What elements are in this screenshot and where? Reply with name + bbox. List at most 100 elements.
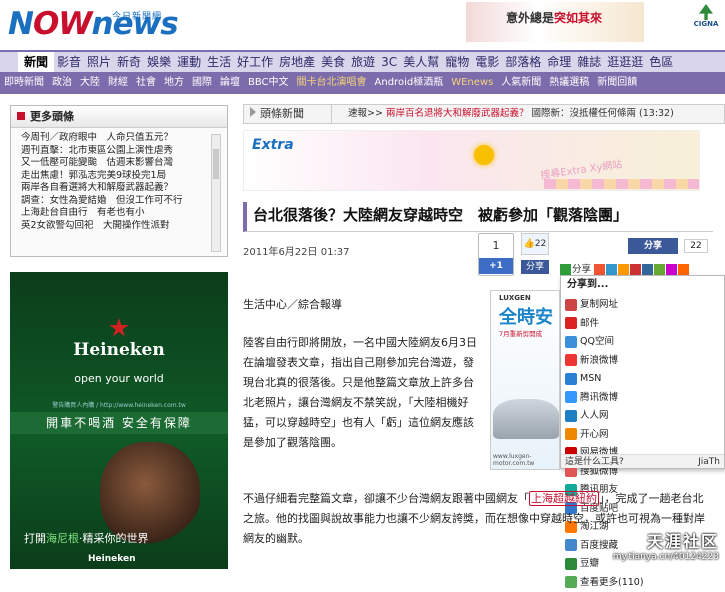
subnav-item-4[interactable]: 社會 [132, 72, 160, 94]
headline-item[interactable]: 週刊直擊：北市東區公園上演性虐秀 [21, 145, 207, 158]
nav-item-13[interactable]: 寵物 [442, 52, 472, 72]
headline-item[interactable]: 又一低壓可能變颱 估週末影響台灣 [21, 157, 207, 170]
article-source: 生活中心／綜合報導 [243, 295, 483, 315]
nav-item-6[interactable]: 生活 [204, 52, 234, 72]
nownews-logo[interactable]: NOWnews 今日新聞網 [8, 6, 192, 44]
headline-scrollbar[interactable] [211, 134, 221, 252]
headline-item[interactable]: 英2女欲警勾回祀 大開操作性派對 [21, 220, 207, 233]
luxgen-url: www.luxgen-motor.com.tw [493, 453, 559, 467]
nav-item-1[interactable]: 影音 [54, 52, 84, 72]
tab-headline-news[interactable]: 頭條新聞 [244, 105, 332, 123]
nav-item-17[interactable]: 雜誌 [574, 52, 604, 72]
subnav-item-12[interactable]: 人氣新聞 [497, 72, 545, 94]
subnav-item-10[interactable]: Android極酒瓶 [371, 72, 448, 94]
share-service-item[interactable]: 腾讯微博 [565, 389, 647, 408]
scrollbar-thumb[interactable] [213, 149, 219, 179]
plus-icon [560, 264, 571, 275]
share-help-link[interactable]: 這是什么工具? [565, 457, 624, 467]
heineken-warning: 開車不喝酒 安全有保障 [10, 412, 228, 434]
headline-item[interactable]: 調查：女性為愛結婚 但沒工作可不行 [21, 195, 207, 208]
heineken-brand: Heineken [10, 340, 228, 360]
ad-text-emphasis: 突如其來 [554, 11, 602, 25]
nav-item-0[interactable]: 新聞 [18, 52, 54, 72]
caption-post: ·精采你的世界 [79, 532, 149, 545]
share-service-item[interactable]: 邮件 [565, 315, 647, 334]
like-count: 22 [535, 239, 546, 249]
thumbs-up-icon: 👍 [524, 239, 535, 249]
ticker-item[interactable]: 國際新：沒抵權任何條兩 (13:32) [532, 108, 674, 119]
nav-item-10[interactable]: 旅遊 [348, 52, 378, 72]
subnav-item-7[interactable]: 論壇 [216, 72, 244, 94]
cigna-logo[interactable]: CIGNA [690, 2, 722, 42]
service-label: 人人网 [580, 410, 609, 421]
service-icon [565, 299, 577, 311]
nav-item-14[interactable]: 電影 [472, 52, 502, 72]
share-service-item[interactable]: QQ空间 [565, 333, 647, 352]
service-label: 查看更多(110) [580, 577, 644, 588]
logo-letter-n: N [8, 6, 33, 42]
nav-item-7[interactable]: 好工作 [234, 52, 276, 72]
nav-item-8[interactable]: 房地產 [276, 52, 318, 72]
subnav-item-0[interactable]: 即時新聞 [0, 72, 48, 94]
heineken-ad[interactable]: Heineken open your world 警告購買人內購 / http:… [10, 272, 228, 569]
service-icon [565, 317, 577, 329]
subnav-item-5[interactable]: 地方 [160, 72, 188, 94]
inline-link[interactable]: 上海超越紐約 [529, 491, 599, 506]
nav-item-5[interactable]: 運動 [174, 52, 204, 72]
site-header: NOWnews 今日新聞網 意外總是突如其來 CIGNA [0, 0, 725, 48]
share-popup-footer: 這是什么工具? JiaTh [561, 454, 724, 468]
nav-item-15[interactable]: 部落格 [502, 52, 544, 72]
facebook-share-count: 22 [684, 239, 708, 253]
share-service-item[interactable]: 开心网 [565, 426, 647, 445]
cigna-name: CIGNA [690, 20, 722, 28]
watermark-name: 天涯社区 [613, 528, 719, 552]
headline-item[interactable]: 走出焦慮！郭泓志完美9球投完1局 [21, 170, 207, 183]
share-service-item[interactable]: 复制网址 [565, 296, 647, 315]
share-toolbar[interactable]: 分享 [560, 261, 725, 275]
ad-text-pre: 意外總是 [506, 11, 554, 25]
article-date: 2011年6月22日 01:37 [243, 243, 350, 258]
nav-item-3[interactable]: 新奇 [114, 52, 144, 72]
plusone-button[interactable]: +1 [479, 258, 513, 274]
jiathis-brand[interactable]: JiaTh [698, 455, 724, 468]
facebook-share-button[interactable]: 分享 [628, 238, 678, 254]
nav-item-19[interactable]: 色區 [646, 52, 676, 72]
subnav-item-14[interactable]: 新聞回饋 [593, 72, 641, 94]
luxgen-ad[interactable]: LUXGEN 全時安 7月重新剪開成 www.luxgen-motor.com.… [490, 290, 560, 470]
nav-item-16[interactable]: 命理 [544, 52, 574, 72]
nav-item-4[interactable]: 娛樂 [144, 52, 174, 72]
headline-item[interactable]: 今周刊／政府眼中 人命只值五元？ [21, 132, 207, 145]
more-headlines-title: 更多頭條 [30, 110, 74, 123]
like-count-button[interactable]: 👍22 [521, 233, 549, 255]
share-service-item[interactable]: 查看更多(110) [565, 574, 647, 592]
extra-marquee: 搜尋Extra Xy網站 [539, 155, 623, 181]
plusone-count: 1 [479, 234, 513, 258]
share-service-item[interactable]: 人人网 [565, 407, 647, 426]
extra-banner-ad[interactable]: Extra 搜尋Extra Xy網站 [243, 130, 700, 191]
headline-item[interactable]: 兩岸各自看選將大和解廢武器起義？ [21, 182, 207, 195]
subnav-item-1[interactable]: 政治 [48, 72, 76, 94]
google-plusone-box[interactable]: 1 +1 [478, 233, 514, 276]
subnav-item-9[interactable]: 關卡台北演唱會 [293, 72, 371, 94]
share-label[interactable]: 分享 [572, 264, 591, 275]
ticker-hot-item[interactable]: 兩岸百名退將大和解廢武器起義？ [386, 108, 529, 119]
nav-item-2[interactable]: 照片 [84, 52, 114, 72]
nav-item-18[interactable]: 逛逛逛 [604, 52, 646, 72]
nav-item-11[interactable]: 3C [378, 52, 400, 72]
top-banner-ad[interactable]: 意外總是突如其來 [466, 2, 644, 42]
news-ticker[interactable]: 速報>> 兩岸百名退將大和解廢武器起義？ 國際新：沒抵權任何條兩 (13:32) [348, 105, 674, 123]
headline-item[interactable]: 上海赴台自由行 有老也有小 [21, 207, 207, 220]
subnav-item-6[interactable]: 國際 [188, 72, 216, 94]
subnav-item-2[interactable]: 大陸 [76, 72, 104, 94]
heineken-fine-print: 警告購買人內購 / http://www.heineken.com.tw [10, 400, 228, 409]
nav-item-9[interactable]: 美食 [318, 52, 348, 72]
subnav-item-8[interactable]: BBC中文 [244, 72, 293, 94]
share-service-item[interactable]: 新浪微博 [565, 352, 647, 371]
subnav-item-11[interactable]: WEnews [447, 72, 497, 94]
subnav-item-3[interactable]: 財經 [104, 72, 132, 94]
nav-item-12[interactable]: 美人幫 [400, 52, 442, 72]
like-share-button[interactable]: 分享 [521, 260, 549, 274]
more-headlines-header: 更多頭條 [11, 106, 227, 128]
subnav-item-13[interactable]: 熱議選稿 [545, 72, 593, 94]
share-service-item[interactable]: MSN [565, 370, 647, 389]
